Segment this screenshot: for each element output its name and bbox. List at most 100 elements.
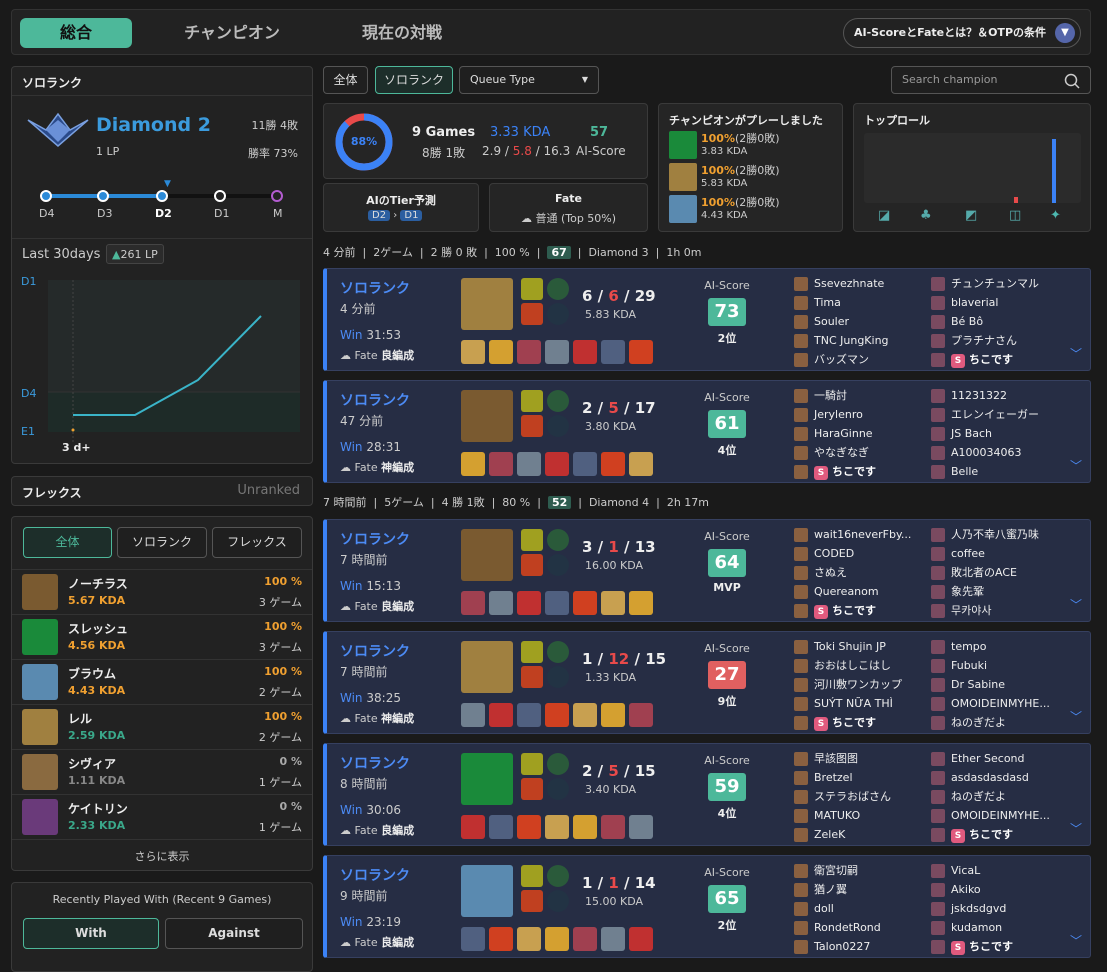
search-input[interactable]: Search champion <box>891 66 1091 94</box>
match-card[interactable]: ソロランク 8 時間前 Win 30:06 ☁ Fate 良編成 2 / 5 / 15 3… <box>323 743 1091 846</box>
player-name[interactable]: Souler <box>794 312 889 331</box>
player-name[interactable]: VicaL <box>931 861 1013 880</box>
champion-kda: 4.56 KDA <box>68 639 126 652</box>
filter-flex-button[interactable]: フレックス <box>212 527 302 558</box>
player-name[interactable]: ねのぎだよ <box>931 713 1050 732</box>
expand-chevron-icon[interactable]: ﹀ <box>1070 457 1082 474</box>
champion-row[interactable]: レル 2.59 KDA 100 % 2 ゲーム <box>12 704 312 749</box>
player-name[interactable]: バッズマン <box>794 350 889 369</box>
recent-title: Recently Played With (Recent 9 Games) <box>52 893 272 906</box>
player-name[interactable]: blaverial <box>931 293 1039 312</box>
player-name[interactable]: Quereanom <box>794 582 911 601</box>
tab-champions[interactable]: チャンピオン <box>162 18 302 48</box>
queue-type-select[interactable]: Queue Type ▼ <box>459 66 599 94</box>
player-name[interactable]: 무카야사 <box>931 601 1039 620</box>
player-name[interactable]: OMOIDEINMYHE... <box>931 806 1050 825</box>
player-name[interactable]: プラチナさん <box>931 331 1039 350</box>
weather-icon: ☁ <box>340 461 351 474</box>
player-name[interactable]: Bretzel <box>794 768 891 787</box>
expand-chevron-icon[interactable]: ﹀ <box>1070 596 1082 613</box>
expand-chevron-icon[interactable]: ﹀ <box>1070 708 1082 725</box>
player-name[interactable]: JS Bach <box>931 424 1039 443</box>
player-name[interactable]: Dr Sabine <box>931 675 1050 694</box>
tab-overview[interactable]: 総合 <box>20 18 132 48</box>
player-name[interactable]: S ちこです <box>794 713 902 732</box>
player-name[interactable]: S ちこです <box>794 601 911 620</box>
champion-row[interactable]: ブラウム 4.43 KDA 100 % 2 ゲーム <box>12 659 312 704</box>
champion-row[interactable]: スレッシュ 4.56 KDA 100 % 3 ゲーム <box>12 614 312 659</box>
match-card[interactable]: ソロランク 4 分前 Win 31:53 ☁ Fate 良編成 6 / 6 / 29 5.… <box>323 268 1091 371</box>
expand-chevron-icon[interactable]: ﹀ <box>1070 345 1082 362</box>
player-name[interactable]: Akiko <box>931 880 1013 899</box>
player-name[interactable]: やなぎなぎ <box>794 443 876 462</box>
player-name[interactable]: OMOIDEINMYHE... <box>931 694 1050 713</box>
player-name[interactable]: 一騎討 <box>794 386 876 405</box>
player-name[interactable]: CODED <box>794 544 911 563</box>
player-name[interactable]: S ちこです <box>931 350 1039 369</box>
player-name[interactable]: TNC JungKing <box>794 331 889 350</box>
player-name[interactable]: MATUKO <box>794 806 891 825</box>
player-name[interactable]: doll <box>794 899 881 918</box>
player-name[interactable]: S ちこです <box>931 937 1013 956</box>
against-button[interactable]: Against <box>165 918 303 949</box>
match-card[interactable]: ソロランク 7 時間前 Win 38:25 ☁ Fate 神編成 1 / 12 / 15… <box>323 631 1091 734</box>
player-name[interactable]: Tima <box>794 293 889 312</box>
expand-chevron-icon[interactable]: ﹀ <box>1070 820 1082 837</box>
player-name[interactable]: 象先鞏 <box>931 582 1039 601</box>
player-name[interactable]: coffee <box>931 544 1039 563</box>
champion-row[interactable]: シヴィア 1.11 KDA 0 % 1 ゲーム <box>12 749 312 794</box>
player-name[interactable]: S ちこです <box>931 825 1050 844</box>
player-name[interactable]: エレンイェーガー <box>931 405 1039 424</box>
match-card[interactable]: ソロランク 9 時間前 Win 23:19 ☁ Fate 良編成 1 / 1 / 14 1… <box>323 855 1091 958</box>
match-card[interactable]: ソロランク 47 分前 Win 28:31 ☁ Fate 神編成 2 / 5 / 17 3… <box>323 380 1091 483</box>
player-name[interactable]: Jerylenro <box>794 405 876 424</box>
player-name[interactable]: kudamon <box>931 918 1013 937</box>
champion-name: スレッシュ <box>68 622 129 636</box>
filter-solo-button[interactable]: ソロランク <box>117 527 207 558</box>
player-name[interactable]: Fubuki <box>931 656 1050 675</box>
player-name[interactable]: ねのぎだよ <box>931 787 1050 806</box>
with-button[interactable]: With <box>23 918 159 949</box>
player-name[interactable]: ZeleK <box>794 825 891 844</box>
player-name[interactable]: チュンチュンマル <box>931 274 1039 293</box>
player-name[interactable]: A100034063 <box>931 443 1039 462</box>
player-name[interactable]: 河川敷ワンカップ <box>794 675 902 694</box>
player-name[interactable]: ステラおばさん <box>794 787 891 806</box>
match-ai-score: AI-Score 61 4位 <box>704 391 750 457</box>
player-name[interactable]: さぬえ <box>794 563 911 582</box>
player-name[interactable]: Ether Second <box>931 749 1050 768</box>
show-more-button[interactable]: さらに表示 <box>12 848 312 864</box>
player-name[interactable]: jskdsdgvd <box>931 899 1013 918</box>
player-name[interactable]: 衛宮切嗣 <box>794 861 881 880</box>
player-name[interactable]: おおはしこはし <box>794 656 902 675</box>
match-kda: 1.33 KDA <box>585 671 637 684</box>
champion-row[interactable]: ノーチラス 5.67 KDA 100 % 3 ゲーム <box>12 569 312 614</box>
player-name[interactable]: Toki Shujin JP <box>794 637 902 656</box>
player-name[interactable]: wait16neverFby... <box>794 525 911 544</box>
ai-score-help-button[interactable]: AI-ScoreとFateとは？＆OTPの条件 ▼ <box>843 18 1081 48</box>
player-name[interactable]: S ちこです <box>794 462 876 481</box>
player-name[interactable]: Ssevezhnate <box>794 274 889 293</box>
tab-live-game[interactable]: 現在の対戦 <box>342 18 462 48</box>
player-name[interactable]: 人乃不幸八蜜乃味 <box>931 525 1039 544</box>
queue-solo-button[interactable]: ソロランク <box>375 66 453 94</box>
expand-chevron-icon[interactable]: ﹀ <box>1070 932 1082 949</box>
player-name[interactable]: asdasdasdasd <box>931 768 1050 787</box>
match-fate: ☁ Fate 良編成 <box>340 936 415 949</box>
champion-row[interactable]: ケイトリン 2.33 KDA 0 % 1 ゲーム <box>12 794 312 839</box>
player-name[interactable]: HaraGinne <box>794 424 876 443</box>
filter-all-button[interactable]: 全体 <box>23 527 112 558</box>
player-name[interactable]: 敗北者のACE <box>931 563 1039 582</box>
player-name[interactable]: 早該图图 <box>794 749 891 768</box>
player-name[interactable]: RondetRond <box>794 918 881 937</box>
chart-xlabel: 3 d+ <box>62 441 91 454</box>
player-name[interactable]: Bé Bô <box>931 312 1039 331</box>
player-name[interactable]: SUÝT NỮA THÌ <box>794 694 902 713</box>
player-name[interactable]: Belle <box>931 462 1039 481</box>
player-name[interactable]: tempo <box>931 637 1050 656</box>
match-card[interactable]: ソロランク 7 時間前 Win 15:13 ☁ Fate 良編成 3 / 1 / 13 1… <box>323 519 1091 622</box>
player-name[interactable]: Talon0227 <box>794 937 881 956</box>
queue-all-button[interactable]: 全体 <box>323 66 368 94</box>
player-name[interactable]: 11231322 <box>931 386 1039 405</box>
player-name[interactable]: 猶ノ翼 <box>794 880 881 899</box>
